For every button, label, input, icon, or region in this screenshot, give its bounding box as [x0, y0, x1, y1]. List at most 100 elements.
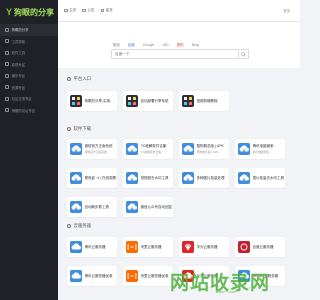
site-card[interactable]: 自动刷步数工具 [67, 197, 117, 217]
cloud-download-icon [182, 143, 194, 155]
sidebar-item-label: 社区交流专区 [11, 97, 32, 102]
card-body: 多种图片批量处理 [197, 176, 229, 181]
message-icon [100, 8, 105, 13]
card-title: 百度云服务器 [252, 244, 274, 249]
section-title-label: 软件下载 [73, 126, 92, 131]
watermark-subtext: www.***.com [216, 290, 237, 294]
watermark: 网站收录网 [169, 272, 270, 294]
site-card[interactable]: 视频剪辑教程 [179, 91, 229, 111]
grid-icon [182, 95, 194, 107]
search-tab[interactable]: Bing [190, 42, 200, 49]
card-title: 腾讯云服务器优惠 [84, 273, 113, 278]
card-body: 百度云服务器 [253, 245, 285, 250]
search-tab[interactable]: Google [141, 42, 156, 49]
site-card[interactable]: 酷狗概念版 | APK 酷狗概念版 | APK... [179, 139, 229, 159]
search-tab[interactable]: 360 [161, 42, 170, 49]
sidebar-item-label: 狗眼的分享 [11, 28, 29, 33]
site-card[interactable]: 腾讯云服务器优惠 [67, 266, 117, 286]
menu-icon [5, 62, 9, 67]
card-body: 华为云服务器 [197, 245, 229, 250]
site-card[interactable]: 看电影 ·4 | 在线观看 [67, 168, 117, 188]
site-card[interactable]: 微软官方正版系统 微软官方正版系统... [67, 139, 117, 159]
card-body: 自动部署分享系统 [141, 99, 173, 104]
search-tab[interactable]: 常用 [111, 42, 121, 49]
login-link[interactable]: 登录 [283, 8, 290, 13]
search-tab[interactable]: 搜狗 [175, 42, 185, 49]
section-icon [67, 77, 71, 81]
site-card[interactable]: 短视频去水印工具 [123, 168, 173, 188]
card-title: 阿里云服务器 [140, 244, 162, 249]
bell-icon [82, 8, 86, 13]
section-icon [67, 127, 71, 131]
site-card[interactable]: 阿里云服务器 [123, 237, 173, 257]
card-body: 图片批量去水印工具 [253, 176, 285, 181]
sidebar-item-community[interactable]: 社区交流专区 [0, 93, 58, 105]
section-title-label: 云服务器 [73, 223, 92, 228]
cloud-download-icon [70, 201, 82, 213]
card-title: 短视频去水印工具 [140, 175, 169, 180]
card-title: 华为云服务器 [196, 244, 218, 249]
sidebar-item-forum[interactable]: 狗眼的论坛专区 [0, 105, 58, 117]
card-title: 酷狗概念版 | APK [196, 143, 224, 148]
brand-logo[interactable]: Y 狗眼的分享 [0, 0, 58, 24]
topbar-item-label: 主页 [69, 8, 77, 12]
search-tab[interactable]: 百度 [126, 42, 136, 49]
card-title: 微软官方正版系统 [84, 143, 113, 148]
card-body: 短视频去水印工具 [141, 176, 173, 181]
site-card[interactable]: 多种图片批量处理 [179, 168, 229, 188]
brand-name: 狗眼的分享 [14, 7, 55, 17]
topbar-item-notice[interactable]: 公告 [82, 8, 95, 13]
sidebar-item-home[interactable]: 狗眼的分享 [0, 24, 58, 36]
search-button[interactable] [239, 49, 249, 59]
sidebar-item-software[interactable]: 软件工具 [0, 47, 58, 59]
topbar-item-label: 公告 [87, 8, 95, 12]
topbar-item-label: 留言 [105, 8, 113, 12]
card-title: 自动部署分享系统 [140, 98, 169, 103]
card-body: PC破解软件合集 PC破解软件合集... [141, 144, 173, 155]
menu-icon [5, 73, 9, 78]
site-card[interactable]: 腾讯电脑管家 腾讯电脑管家... [235, 139, 285, 159]
cloud-download-icon [70, 172, 82, 184]
section-title-cloud: 云服务器 [67, 223, 91, 229]
card-title: 微信公众号自动回复 [140, 204, 173, 209]
grid-icon [126, 95, 138, 107]
topbar-item-message[interactable]: 留言 [100, 8, 113, 13]
site-card[interactable]: 百度云服务器 [235, 237, 285, 257]
site-card[interactable]: 狗眼的分享-实用导航 [67, 91, 117, 111]
site-card[interactable]: PC破解软件合集 PC破解软件合集... [123, 139, 173, 159]
card-title: 视频剪辑教程 [196, 98, 218, 103]
card-title: 狗眼的分享-实用导航 [84, 98, 117, 103]
home-icon [64, 8, 68, 13]
section-title-label: 平台入口 [73, 76, 92, 81]
site-card[interactable]: 腾讯云服务器 [67, 237, 117, 257]
menu-icon [5, 85, 9, 90]
huawei-cloud-icon [182, 241, 194, 253]
sidebar-item-entertainment[interactable]: 娱乐专区 [0, 70, 58, 82]
card-title: 看电影 ·4 | 在线观看 [84, 175, 116, 180]
sidebar-item-label: 软件工具 [11, 51, 26, 56]
card-body: 自动刷步数工具 [85, 205, 117, 210]
card-body: 看电影 ·4 | 在线观看 [85, 176, 117, 181]
sidebar-item-resources[interactable]: 资源专区 [0, 82, 58, 94]
sidebar-item-video[interactable]: 影视专区 [0, 59, 58, 71]
card-body: 腾讯电脑管家 腾讯电脑管家... [253, 144, 285, 155]
sidebar-item-label: 影视专区 [11, 62, 26, 67]
card-body: 微软官方正版系统 微软官方正版系统... [85, 144, 117, 155]
card-body: 阿里云服务器 [141, 245, 173, 250]
card-title: 多种图片批量处理 [196, 175, 225, 180]
site-card[interactable]: 华为云服务器 [179, 237, 229, 257]
sidebar-item-label: 娱乐专区 [11, 74, 26, 79]
site-card[interactable]: 微信公众号自动回复 [123, 197, 173, 217]
section-icon [67, 224, 71, 228]
site-card[interactable]: 图片批量去水印工具 [235, 168, 285, 188]
tencent-cloud-icon [70, 270, 82, 282]
site-card[interactable]: 自动部署分享系统 [123, 91, 173, 111]
sidebar-item-tools[interactable]: 工具导航 [0, 36, 58, 48]
card-body: 微信公众号自动回复 [141, 205, 173, 210]
cloud-download-icon [70, 143, 82, 155]
topbar-item-home[interactable]: 主页 [64, 8, 76, 13]
card-title: 图片批量去水印工具 [252, 175, 285, 180]
menu-icon [5, 50, 9, 55]
card-body: 狗眼的分享-实用导航 [85, 99, 117, 104]
search-input[interactable] [111, 49, 239, 59]
